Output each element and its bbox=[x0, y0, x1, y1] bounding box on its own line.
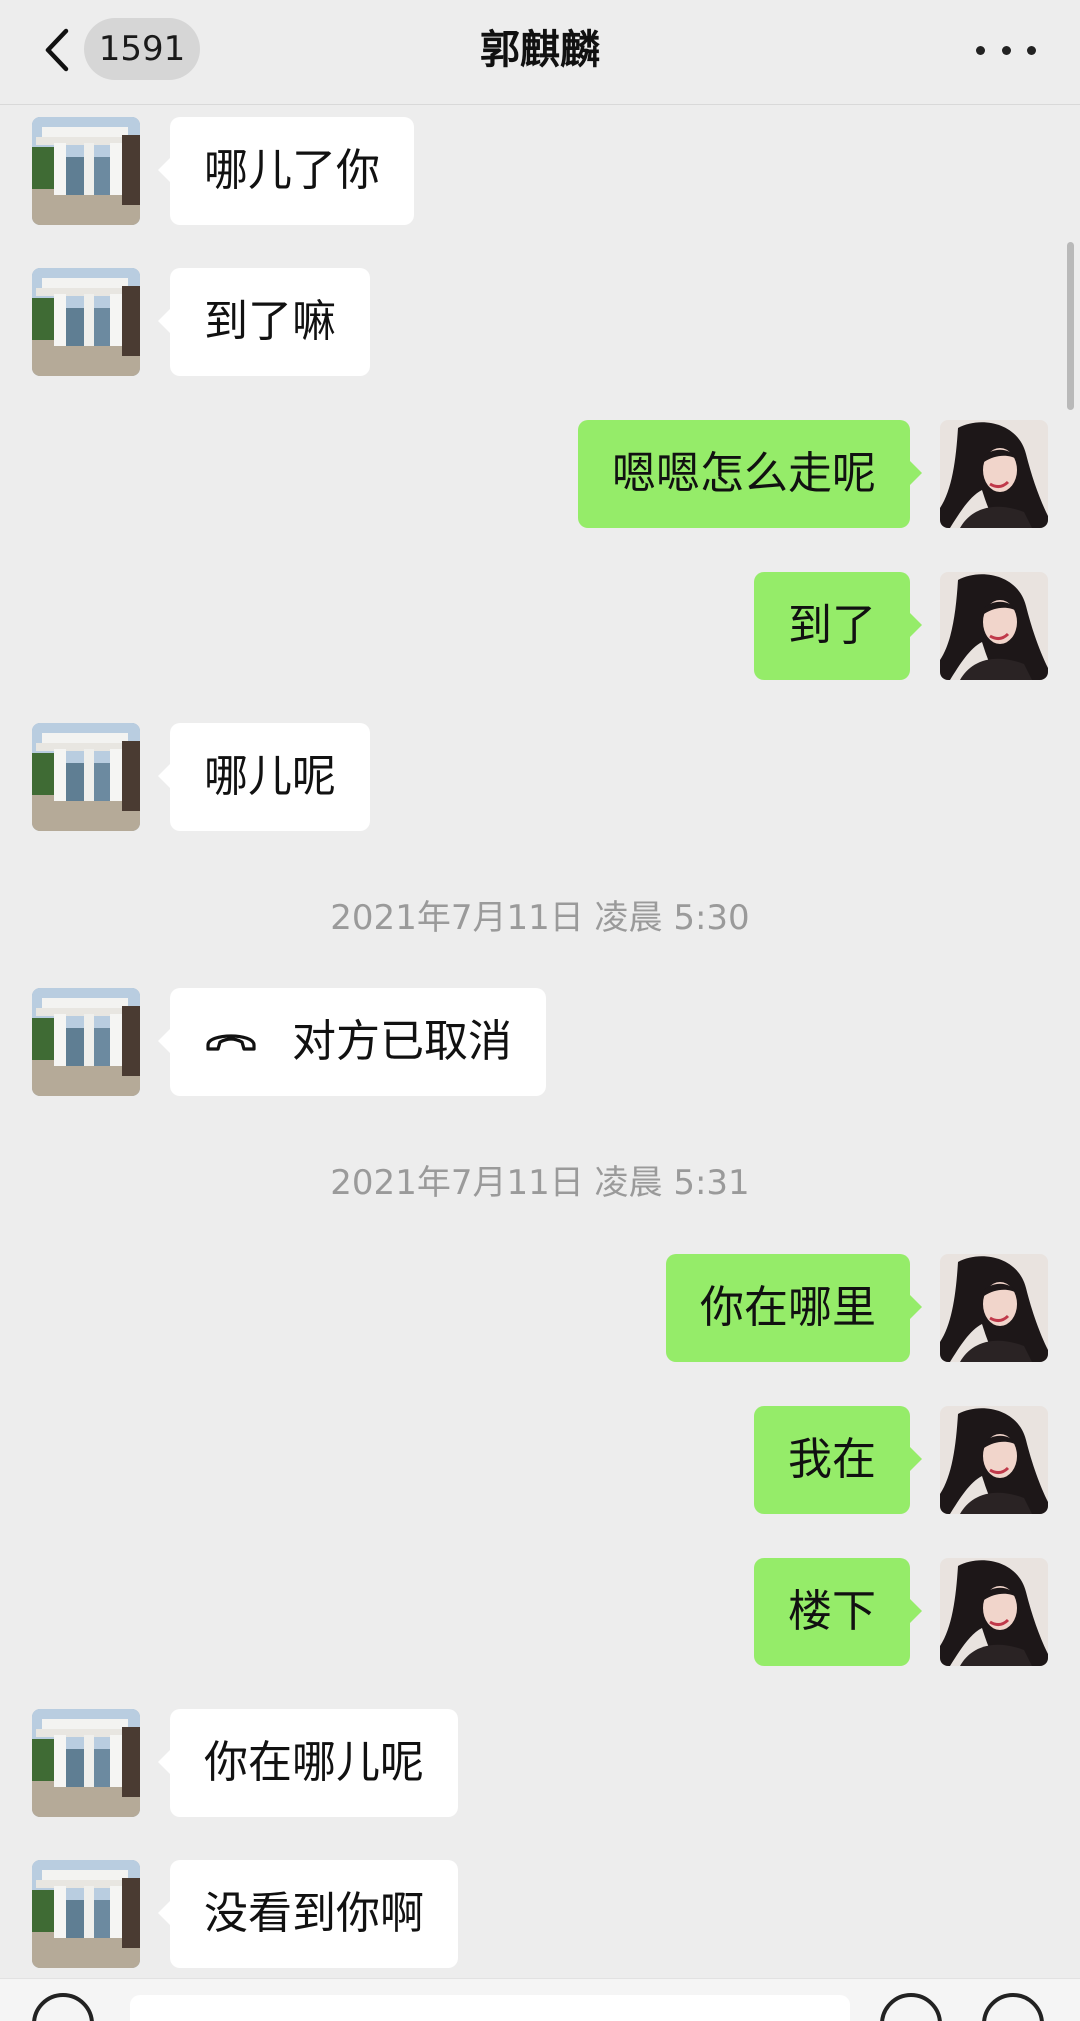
contact-avatar[interactable] bbox=[32, 117, 140, 225]
self-avatar[interactable] bbox=[940, 1558, 1048, 1666]
phone-hangup-icon bbox=[206, 1034, 256, 1051]
voice-input-button[interactable] bbox=[32, 1993, 94, 2021]
message-timestamp: 2021年7月11日 凌晨 5:31 bbox=[330, 1163, 750, 1203]
message-bubble[interactable]: 楼下 bbox=[754, 1558, 922, 1666]
chat-title: 郭麒麟 bbox=[480, 27, 600, 73]
contact-avatar[interactable] bbox=[32, 988, 140, 1096]
self-avatar[interactable] bbox=[940, 420, 1048, 528]
message-row: 到了 bbox=[0, 572, 1080, 680]
message-timestamp: 2021年7月11日 凌晨 5:30 bbox=[330, 898, 750, 938]
message-bubble[interactable]: 你在哪儿呢 bbox=[158, 1709, 458, 1817]
message-row: 你在哪儿呢 bbox=[0, 1709, 1080, 1817]
self-avatar[interactable] bbox=[940, 1254, 1048, 1362]
dot-icon bbox=[1001, 45, 1011, 55]
input-toolbar bbox=[0, 1978, 1080, 2021]
message-row: 嗯嗯怎么走呢 bbox=[0, 420, 1080, 528]
message-bubble[interactable]: 到了嘛 bbox=[158, 268, 370, 376]
message-bubble[interactable]: 哪儿了你 bbox=[158, 117, 414, 225]
contact-avatar[interactable] bbox=[32, 1860, 140, 1968]
more-options-button[interactable] bbox=[976, 26, 1036, 74]
message-input[interactable] bbox=[130, 1995, 850, 2021]
call-record-label: 对方已取消 bbox=[292, 1016, 512, 1067]
call-record-bubble[interactable]: 对方已取消 bbox=[158, 988, 546, 1096]
message-bubble[interactable]: 嗯嗯怎么走呢 bbox=[578, 420, 922, 528]
message-bubble[interactable]: 哪儿呢 bbox=[158, 723, 370, 831]
message-row: 哪儿了你 bbox=[0, 117, 1080, 225]
message-bubble[interactable]: 我在 bbox=[754, 1406, 922, 1514]
contact-avatar[interactable] bbox=[32, 1709, 140, 1817]
contact-avatar[interactable] bbox=[32, 723, 140, 831]
message-row: 到了嘛 bbox=[0, 268, 1080, 376]
message-row: 楼下 bbox=[0, 1558, 1080, 1666]
self-avatar[interactable] bbox=[940, 1406, 1048, 1514]
more-actions-button[interactable] bbox=[982, 1993, 1044, 2021]
message-row: 对方已取消 bbox=[0, 988, 1080, 1096]
contact-avatar[interactable] bbox=[32, 268, 140, 376]
emoji-button[interactable] bbox=[880, 1993, 942, 2021]
message-row: 没看到你啊 bbox=[0, 1860, 1080, 1968]
message-bubble[interactable]: 到了 bbox=[754, 572, 922, 680]
dot-icon bbox=[1027, 45, 1036, 55]
self-avatar[interactable] bbox=[940, 572, 1048, 680]
message-row: 你在哪里 bbox=[0, 1254, 1080, 1362]
message-row: 哪儿呢 bbox=[0, 723, 1080, 831]
dot-icon bbox=[976, 45, 985, 55]
message-bubble[interactable]: 你在哪里 bbox=[666, 1254, 922, 1362]
chat-header: 1591 郭麒麟 bbox=[0, 0, 1080, 105]
message-bubble[interactable]: 没看到你啊 bbox=[158, 1860, 458, 1968]
message-row: 我在 bbox=[0, 1406, 1080, 1514]
